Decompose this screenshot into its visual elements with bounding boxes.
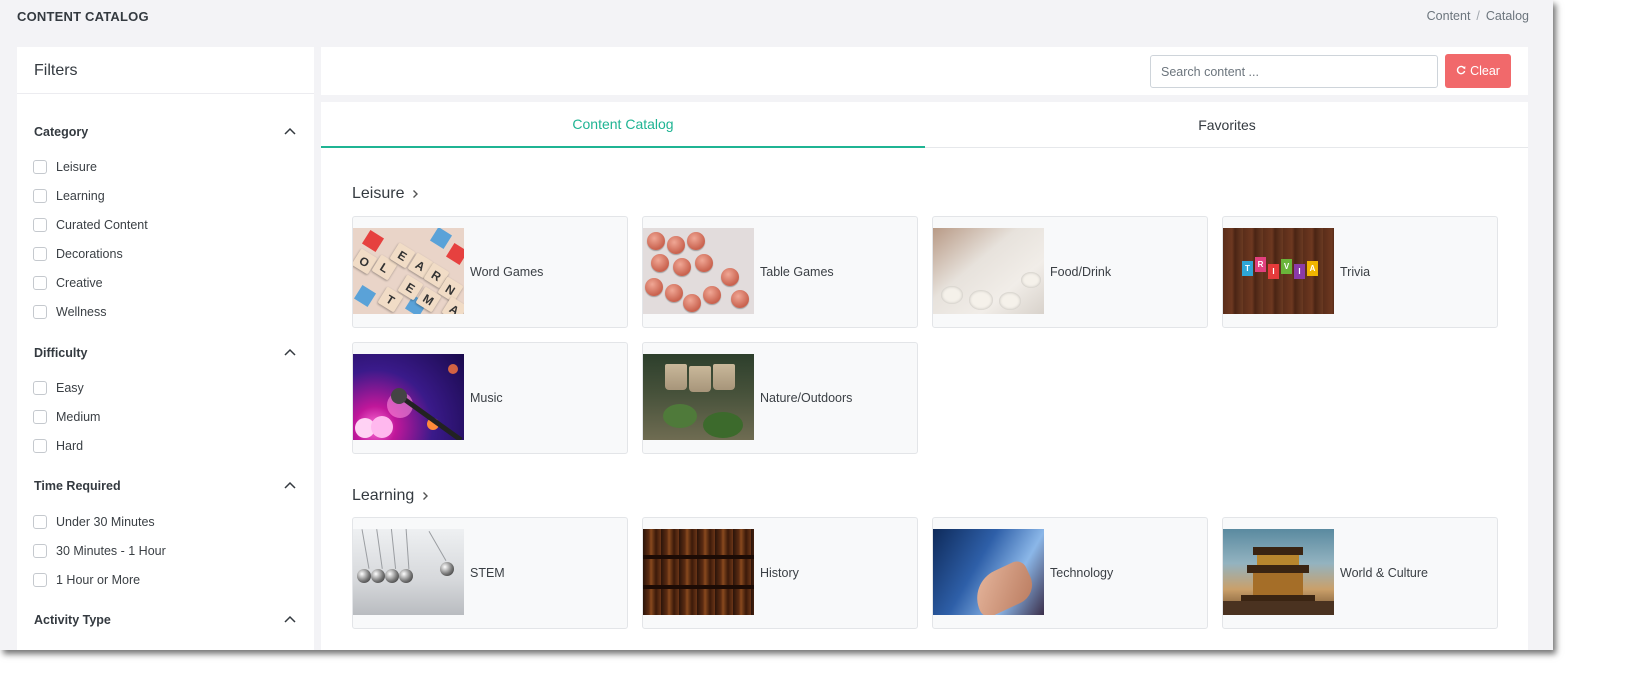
music-image	[353, 354, 464, 440]
card-label: History	[760, 566, 799, 580]
nature-outdoors-image	[643, 354, 754, 440]
checkbox[interactable]	[33, 247, 47, 261]
chevron-up-icon[interactable]	[284, 127, 296, 137]
filter-option-wellness[interactable]: Wellness	[33, 303, 106, 321]
checkbox[interactable]	[33, 573, 47, 587]
card-label: Trivia	[1340, 265, 1371, 279]
section-title-label: Leisure	[352, 185, 405, 202]
section-title-learning[interactable]: Learning	[352, 487, 429, 505]
chevron-up-icon[interactable]	[284, 481, 296, 491]
card-label: Table Games	[760, 265, 834, 279]
chevron-up-icon[interactable]	[284, 615, 296, 625]
trivia-image: T R I V I A	[1223, 228, 1334, 314]
filter-option-hard[interactable]: Hard	[33, 437, 83, 455]
section-title-leisure[interactable]: Leisure	[352, 185, 419, 203]
card-label: Technology	[1050, 566, 1114, 580]
search-toolbar: Clear	[321, 47, 1528, 95]
tab-bar: Content Catalog Favorites	[321, 102, 1528, 148]
filter-option-creative[interactable]: Creative	[33, 274, 103, 292]
stem-image	[353, 529, 464, 615]
filter-option-leisure[interactable]: Leisure	[33, 158, 97, 176]
section-title-label: Learning	[352, 487, 415, 504]
filters-sidebar: Filters Category Leisure Learning Curate…	[17, 47, 314, 650]
checkbox[interactable]	[33, 381, 47, 395]
food-drink-image	[933, 228, 1044, 314]
card-label: Word Games	[470, 265, 544, 279]
checkbox[interactable]	[33, 305, 47, 319]
checkbox[interactable]	[33, 276, 47, 290]
tab-favorites[interactable]: Favorites	[925, 102, 1529, 148]
word-games-image: O L E A R N E M A T	[353, 228, 464, 314]
filter-group-activity-type-title[interactable]: Activity Type	[34, 613, 111, 627]
card-technology[interactable]: Technology	[932, 517, 1208, 629]
filter-option-decorations[interactable]: Decorations	[33, 245, 123, 263]
filter-option-1-hour-or-more[interactable]: 1 Hour or More	[33, 571, 140, 589]
card-food-drink[interactable]: Food/Drink	[932, 216, 1208, 328]
checkbox[interactable]	[33, 439, 47, 453]
card-label: World & Culture	[1340, 566, 1428, 580]
filter-group-time-required-title[interactable]: Time Required	[34, 479, 121, 493]
filter-option-30-minutes-1-hour[interactable]: 30 Minutes - 1 Hour	[33, 542, 166, 560]
chevron-right-icon	[422, 489, 429, 504]
filter-option-learning[interactable]: Learning	[33, 187, 105, 205]
chevron-up-icon[interactable]	[284, 348, 296, 358]
checkbox[interactable]	[33, 544, 47, 558]
page-title: CONTENT CATALOG	[17, 9, 149, 24]
clear-button-label: Clear	[1470, 64, 1500, 78]
refresh-icon	[1456, 64, 1466, 78]
card-label: Food/Drink	[1050, 265, 1112, 279]
card-label: STEM	[470, 566, 505, 580]
breadcrumb-separator: /	[1476, 9, 1480, 23]
checkbox[interactable]	[33, 218, 47, 232]
filter-option-under-30-minutes[interactable]: Under 30 Minutes	[33, 513, 155, 531]
clear-button[interactable]: Clear	[1445, 54, 1511, 88]
checkbox[interactable]	[33, 515, 47, 529]
card-label: Music	[470, 391, 503, 405]
filter-group-category-title[interactable]: Category	[34, 125, 88, 139]
filter-option-easy[interactable]: Easy	[33, 379, 84, 397]
breadcrumb-item-catalog: Catalog	[1485, 9, 1529, 23]
filter-option-medium[interactable]: Medium	[33, 408, 100, 426]
chevron-right-icon	[412, 187, 419, 202]
app-window: CONTENT CATALOG Content / Catalog Filter…	[0, 0, 1553, 650]
card-world-culture[interactable]: World & Culture	[1222, 517, 1498, 629]
tab-content-catalog[interactable]: Content Catalog	[321, 102, 925, 148]
filter-group-difficulty-title[interactable]: Difficulty	[34, 346, 87, 360]
card-music[interactable]: Music	[352, 342, 628, 454]
table-games-image	[643, 228, 754, 314]
checkbox[interactable]	[33, 189, 47, 203]
breadcrumb: Content / Catalog	[1427, 9, 1529, 23]
card-trivia[interactable]: T R I V I A Trivia	[1222, 216, 1498, 328]
card-nature-outdoors[interactable]: Nature/Outdoors	[642, 342, 918, 454]
filter-option-curated-content[interactable]: Curated Content	[33, 216, 148, 234]
world-culture-image	[1223, 529, 1334, 615]
filters-title: Filters	[17, 47, 314, 94]
catalog-panel: Content Catalog Favorites Leisure O L E …	[321, 102, 1528, 650]
card-history[interactable]: History	[642, 517, 918, 629]
breadcrumb-item-content[interactable]: Content	[1427, 9, 1471, 23]
technology-image	[933, 529, 1044, 615]
card-label: Nature/Outdoors	[760, 391, 853, 405]
card-stem[interactable]: STEM	[352, 517, 628, 629]
checkbox[interactable]	[33, 160, 47, 174]
checkbox[interactable]	[33, 410, 47, 424]
history-image	[643, 529, 754, 615]
card-table-games[interactable]: Table Games	[642, 216, 918, 328]
card-word-games[interactable]: O L E A R N E M A T Word Games	[352, 216, 628, 328]
search-input[interactable]	[1150, 55, 1438, 88]
